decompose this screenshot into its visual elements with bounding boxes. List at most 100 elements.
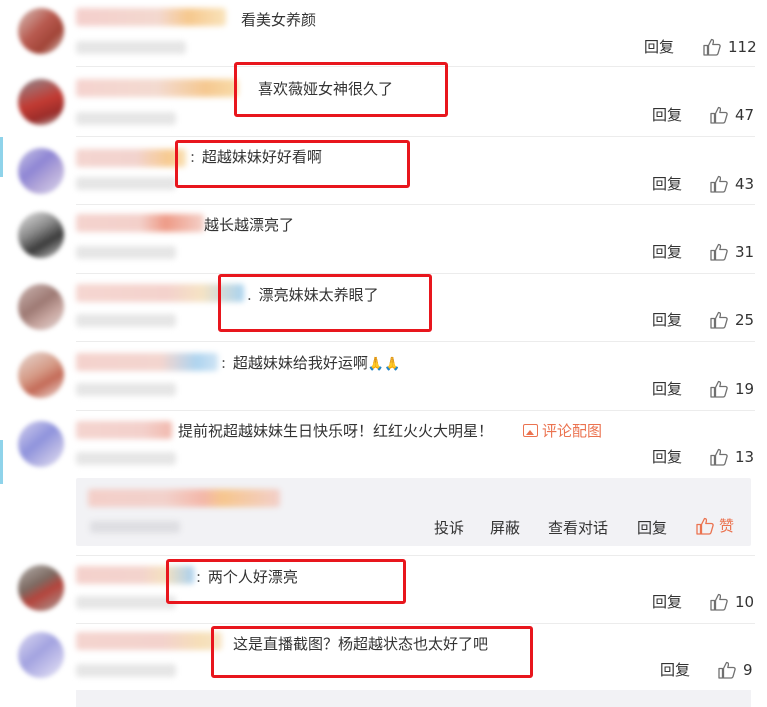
report-button[interactable]: 投诉 <box>434 518 464 538</box>
comment-meta-blurred <box>76 664 176 677</box>
like-count: 19 <box>735 380 755 398</box>
comment-text: : 超越妹妹好好看啊 <box>190 147 322 167</box>
reply-button[interactable]: 回复 <box>652 310 682 330</box>
comment-meta-blurred <box>76 112 176 125</box>
comment-text: 喜欢薇娅女神很久了 <box>258 80 394 98</box>
reply-button[interactable]: 回复 <box>652 174 682 194</box>
comment-text: : 超越妹妹给我好运啊🙏🙏 <box>221 353 400 375</box>
divider <box>76 410 755 411</box>
praying-hands-emoji: 🙏🙏 <box>367 357 401 372</box>
username-blurred[interactable] <box>76 632 222 650</box>
edge-accent <box>0 440 3 484</box>
username-blurred[interactable] <box>76 421 172 439</box>
like-button[interactable]: 25 <box>709 310 754 330</box>
thumbs-up-icon <box>710 175 728 193</box>
like-count: 10 <box>735 593 755 611</box>
like-button[interactable]: 10 <box>709 592 754 612</box>
like-count: 112 <box>728 38 757 56</box>
avatar[interactable] <box>18 565 64 611</box>
thumbs-up-icon <box>718 661 736 679</box>
comment-meta-blurred <box>76 383 176 396</box>
like-button[interactable]: 31 <box>709 242 754 262</box>
like-count: 25 <box>735 311 755 329</box>
like-count: 31 <box>735 243 755 261</box>
divider <box>76 66 755 67</box>
reply-button[interactable]: 回复 <box>660 660 690 680</box>
thumbs-up-icon <box>703 38 721 56</box>
reply-button[interactable]: 回复 <box>644 37 674 57</box>
comment-text: . 漂亮妹妹太养眼了 <box>247 285 379 305</box>
thumbs-up-icon <box>696 517 714 535</box>
reply-button[interactable]: 回复 <box>652 242 682 262</box>
comment-text-content: 漂亮妹妹太养眼了 <box>258 286 379 304</box>
avatar[interactable] <box>18 421 64 467</box>
block-button[interactable]: 屏蔽 <box>490 518 520 538</box>
like-button[interactable]: 47 <box>709 105 754 125</box>
username-blurred[interactable] <box>76 79 238 97</box>
username-blurred[interactable] <box>76 149 186 167</box>
like-button[interactable]: 112 <box>702 37 757 57</box>
avatar[interactable] <box>18 632 64 678</box>
like-button[interactable]: 9 <box>717 660 753 680</box>
nested-reply-box-partial <box>76 690 751 707</box>
like-count: 13 <box>735 448 755 466</box>
avatar[interactable] <box>18 212 64 258</box>
like-count: 43 <box>735 175 755 193</box>
username-blurred[interactable] <box>76 284 244 302</box>
comment-image-link[interactable]: 评论配图 <box>523 421 602 441</box>
comment-text-content: 超越妹妹给我好运啊 <box>232 354 368 372</box>
avatar[interactable] <box>18 284 64 330</box>
comment-text: 越长越漂亮了 <box>204 216 295 234</box>
comment-text: 提前祝超越妹妹生日快乐呀！红红火火大明星！ <box>178 422 494 440</box>
comment-meta-blurred <box>76 452 176 465</box>
thumbs-up-icon <box>710 448 728 466</box>
comment-text: : 两个人好漂亮 <box>196 567 298 587</box>
like-count: 47 <box>735 106 755 124</box>
reply-button[interactable]: 回复 <box>637 518 667 538</box>
divider <box>76 555 755 556</box>
reply-button[interactable]: 回复 <box>652 105 682 125</box>
divider <box>76 623 755 624</box>
thumbs-up-icon <box>710 593 728 611</box>
divider <box>76 204 755 205</box>
avatar[interactable] <box>18 8 64 54</box>
colon-separator: : <box>221 354 227 372</box>
comment-text: 这是直播截图？杨超越状态也太好了吧 <box>233 635 489 653</box>
avatar[interactable] <box>18 79 64 125</box>
divider <box>76 273 755 274</box>
reply-button[interactable]: 回复 <box>652 447 682 467</box>
praise-button[interactable]: 赞 <box>695 516 734 536</box>
like-count: 9 <box>743 661 753 679</box>
like-button[interactable]: 19 <box>709 379 754 399</box>
reply-content-blurred <box>88 489 280 507</box>
thumbs-up-icon <box>710 311 728 329</box>
username-blurred[interactable] <box>76 214 204 232</box>
colon-separator: . <box>247 286 252 304</box>
comment-meta-blurred <box>76 41 186 54</box>
comment-text-content: 两个人好漂亮 <box>207 568 298 586</box>
comment-meta-blurred <box>76 596 176 609</box>
username-blurred[interactable] <box>76 8 226 26</box>
view-conversation-button[interactable]: 查看对话 <box>548 518 608 538</box>
avatar[interactable] <box>18 352 64 398</box>
image-icon <box>523 424 538 437</box>
divider <box>76 341 755 342</box>
comment-image-link-label: 评论配图 <box>542 422 603 440</box>
thumbs-up-icon <box>710 243 728 261</box>
like-button[interactable]: 43 <box>709 174 754 194</box>
thumbs-up-icon <box>710 106 728 124</box>
username-blurred[interactable] <box>76 353 218 371</box>
comment-meta-blurred <box>76 177 176 190</box>
comment-text-content: 超越妹妹好好看啊 <box>201 148 322 166</box>
thumbs-up-icon <box>710 380 728 398</box>
username-blurred[interactable] <box>76 566 194 584</box>
divider <box>76 136 755 137</box>
avatar[interactable] <box>18 148 64 194</box>
reply-button[interactable]: 回复 <box>652 379 682 399</box>
colon-separator: : <box>190 148 196 166</box>
reply-button[interactable]: 回复 <box>652 592 682 612</box>
like-button[interactable]: 13 <box>709 447 754 467</box>
praise-label: 赞 <box>719 517 735 535</box>
edge-accent <box>0 137 3 177</box>
comment-text: 看美女养颜 <box>241 11 317 29</box>
